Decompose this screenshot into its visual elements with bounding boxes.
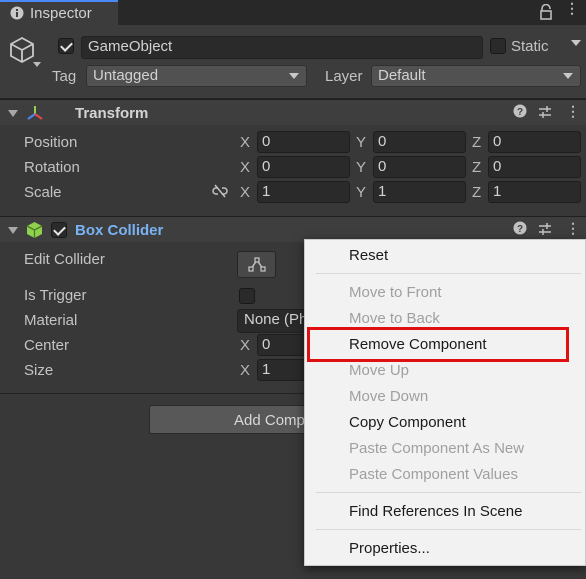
size-label: Size — [24, 362, 54, 379]
position-y-field[interactable]: 0 — [373, 131, 466, 153]
rotation-label: Rotation — [24, 159, 80, 176]
unlink-scale-icon[interactable] — [212, 184, 228, 198]
menu-item-move-to-front[interactable]: Move to Front — [349, 284, 442, 301]
x-axis-label[interactable]: X — [240, 184, 250, 201]
center-label: Center — [24, 337, 70, 354]
tab-inspector[interactable]: Inspector — [0, 0, 118, 25]
is-trigger-label: Is Trigger — [24, 287, 87, 304]
transform-axes-icon — [27, 106, 43, 120]
menu-item-paste-as-new[interactable]: Paste Component As New — [349, 440, 524, 457]
scale-label: Scale — [24, 184, 62, 201]
rotation-y-field[interactable]: 0 — [373, 156, 466, 178]
lock-icon[interactable] — [539, 4, 553, 20]
z-axis-label[interactable]: Z — [472, 159, 481, 176]
foldout-arrow-icon[interactable] — [8, 110, 18, 117]
position-label: Position — [24, 134, 78, 151]
help-icon[interactable]: ? — [513, 221, 527, 238]
static-checkbox[interactable] — [490, 38, 506, 54]
more-options-icon[interactable]: ⋮ — [565, 0, 579, 17]
add-component-label: Add Comp — [234, 412, 305, 429]
help-icon[interactable]: ? — [513, 104, 527, 121]
gameobject-header: GameObject Static Tag Untagged Layer Def… — [0, 25, 586, 99]
y-axis-label[interactable]: Y — [356, 184, 366, 201]
chevron-down-icon — [563, 73, 573, 79]
static-dropdown-arrow[interactable] — [571, 40, 581, 46]
scale-x-field[interactable]: 1 — [257, 181, 350, 203]
menu-separator — [316, 492, 581, 493]
position-x-field[interactable]: 0 — [257, 131, 350, 153]
layer-label: Layer — [325, 68, 363, 85]
tab-label: Inspector — [30, 5, 92, 22]
preset-icon[interactable] — [538, 222, 552, 236]
more-options-icon[interactable]: ⋮ — [566, 103, 580, 120]
layer-dropdown[interactable]: Default — [371, 65, 581, 87]
menu-item-move-up[interactable]: Move Up — [349, 362, 409, 379]
edit-collider-button[interactable] — [237, 251, 276, 278]
menu-item-copy-component[interactable]: Copy Component — [349, 414, 466, 431]
is-trigger-checkbox[interactable] — [239, 288, 255, 304]
more-options-icon[interactable]: ⋮ — [566, 220, 580, 237]
scale-y-field[interactable]: 1 — [373, 181, 466, 203]
x-axis-label[interactable]: X — [240, 159, 250, 176]
menu-item-move-down[interactable]: Move Down — [349, 388, 428, 405]
rotation-z-field[interactable]: 0 — [488, 156, 581, 178]
tag-label: Tag — [52, 68, 77, 85]
scale-z-field[interactable]: 1 — [488, 181, 581, 203]
info-icon — [10, 6, 24, 20]
tag-dropdown[interactable]: Untagged — [86, 65, 307, 87]
menu-item-find-references[interactable]: Find References In Scene — [349, 503, 522, 520]
remove-component-highlight — [307, 327, 569, 362]
x-axis-label[interactable]: X — [240, 134, 250, 151]
material-label: Material — [24, 312, 78, 329]
menu-item-move-to-back[interactable]: Move to Back — [349, 310, 440, 327]
menu-item-properties[interactable]: Properties... — [349, 540, 430, 557]
z-axis-label[interactable]: Z — [472, 184, 481, 201]
box-collider-title: Box Collider — [75, 222, 164, 239]
y-axis-label[interactable]: Y — [356, 134, 366, 151]
component-enabled-checkbox[interactable] — [51, 222, 67, 238]
add-component-button[interactable]: Add Comp — [149, 405, 319, 434]
edit-collider-label: Edit Collider — [24, 251, 105, 268]
chevron-down-icon — [289, 73, 299, 79]
svg-text:?: ? — [517, 224, 523, 235]
transform-title: Transform — [75, 105, 149, 122]
menu-item-reset[interactable]: Reset — [349, 247, 388, 264]
box-collider-icon — [26, 222, 43, 238]
active-checkbox[interactable] — [58, 38, 74, 54]
gameobject-name-input[interactable]: GameObject — [81, 36, 483, 59]
menu-separator — [316, 529, 581, 530]
transform-header[interactable]: Transform ? ⋮ — [0, 99, 586, 125]
x-axis-label[interactable]: X — [240, 337, 250, 354]
gameobject-cube-icon — [10, 36, 34, 64]
tag-value: Untagged — [93, 67, 159, 84]
y-axis-label[interactable]: Y — [356, 159, 366, 176]
icon-dropdown-arrow[interactable] — [33, 62, 41, 67]
svg-text:?: ? — [517, 107, 523, 118]
edit-collider-icon — [248, 257, 266, 272]
foldout-arrow-icon[interactable] — [8, 227, 18, 234]
static-label: Static — [511, 38, 549, 55]
menu-separator — [316, 273, 581, 274]
rotation-x-field[interactable]: 0 — [257, 156, 350, 178]
layer-value: Default — [378, 67, 426, 84]
menu-item-paste-values[interactable]: Paste Component Values — [349, 466, 518, 483]
position-z-field[interactable]: 0 — [488, 131, 581, 153]
x-axis-label[interactable]: X — [240, 362, 250, 379]
z-axis-label[interactable]: Z — [472, 134, 481, 151]
preset-icon[interactable] — [538, 105, 552, 119]
tab-bar: Inspector ⋮ — [0, 0, 586, 25]
